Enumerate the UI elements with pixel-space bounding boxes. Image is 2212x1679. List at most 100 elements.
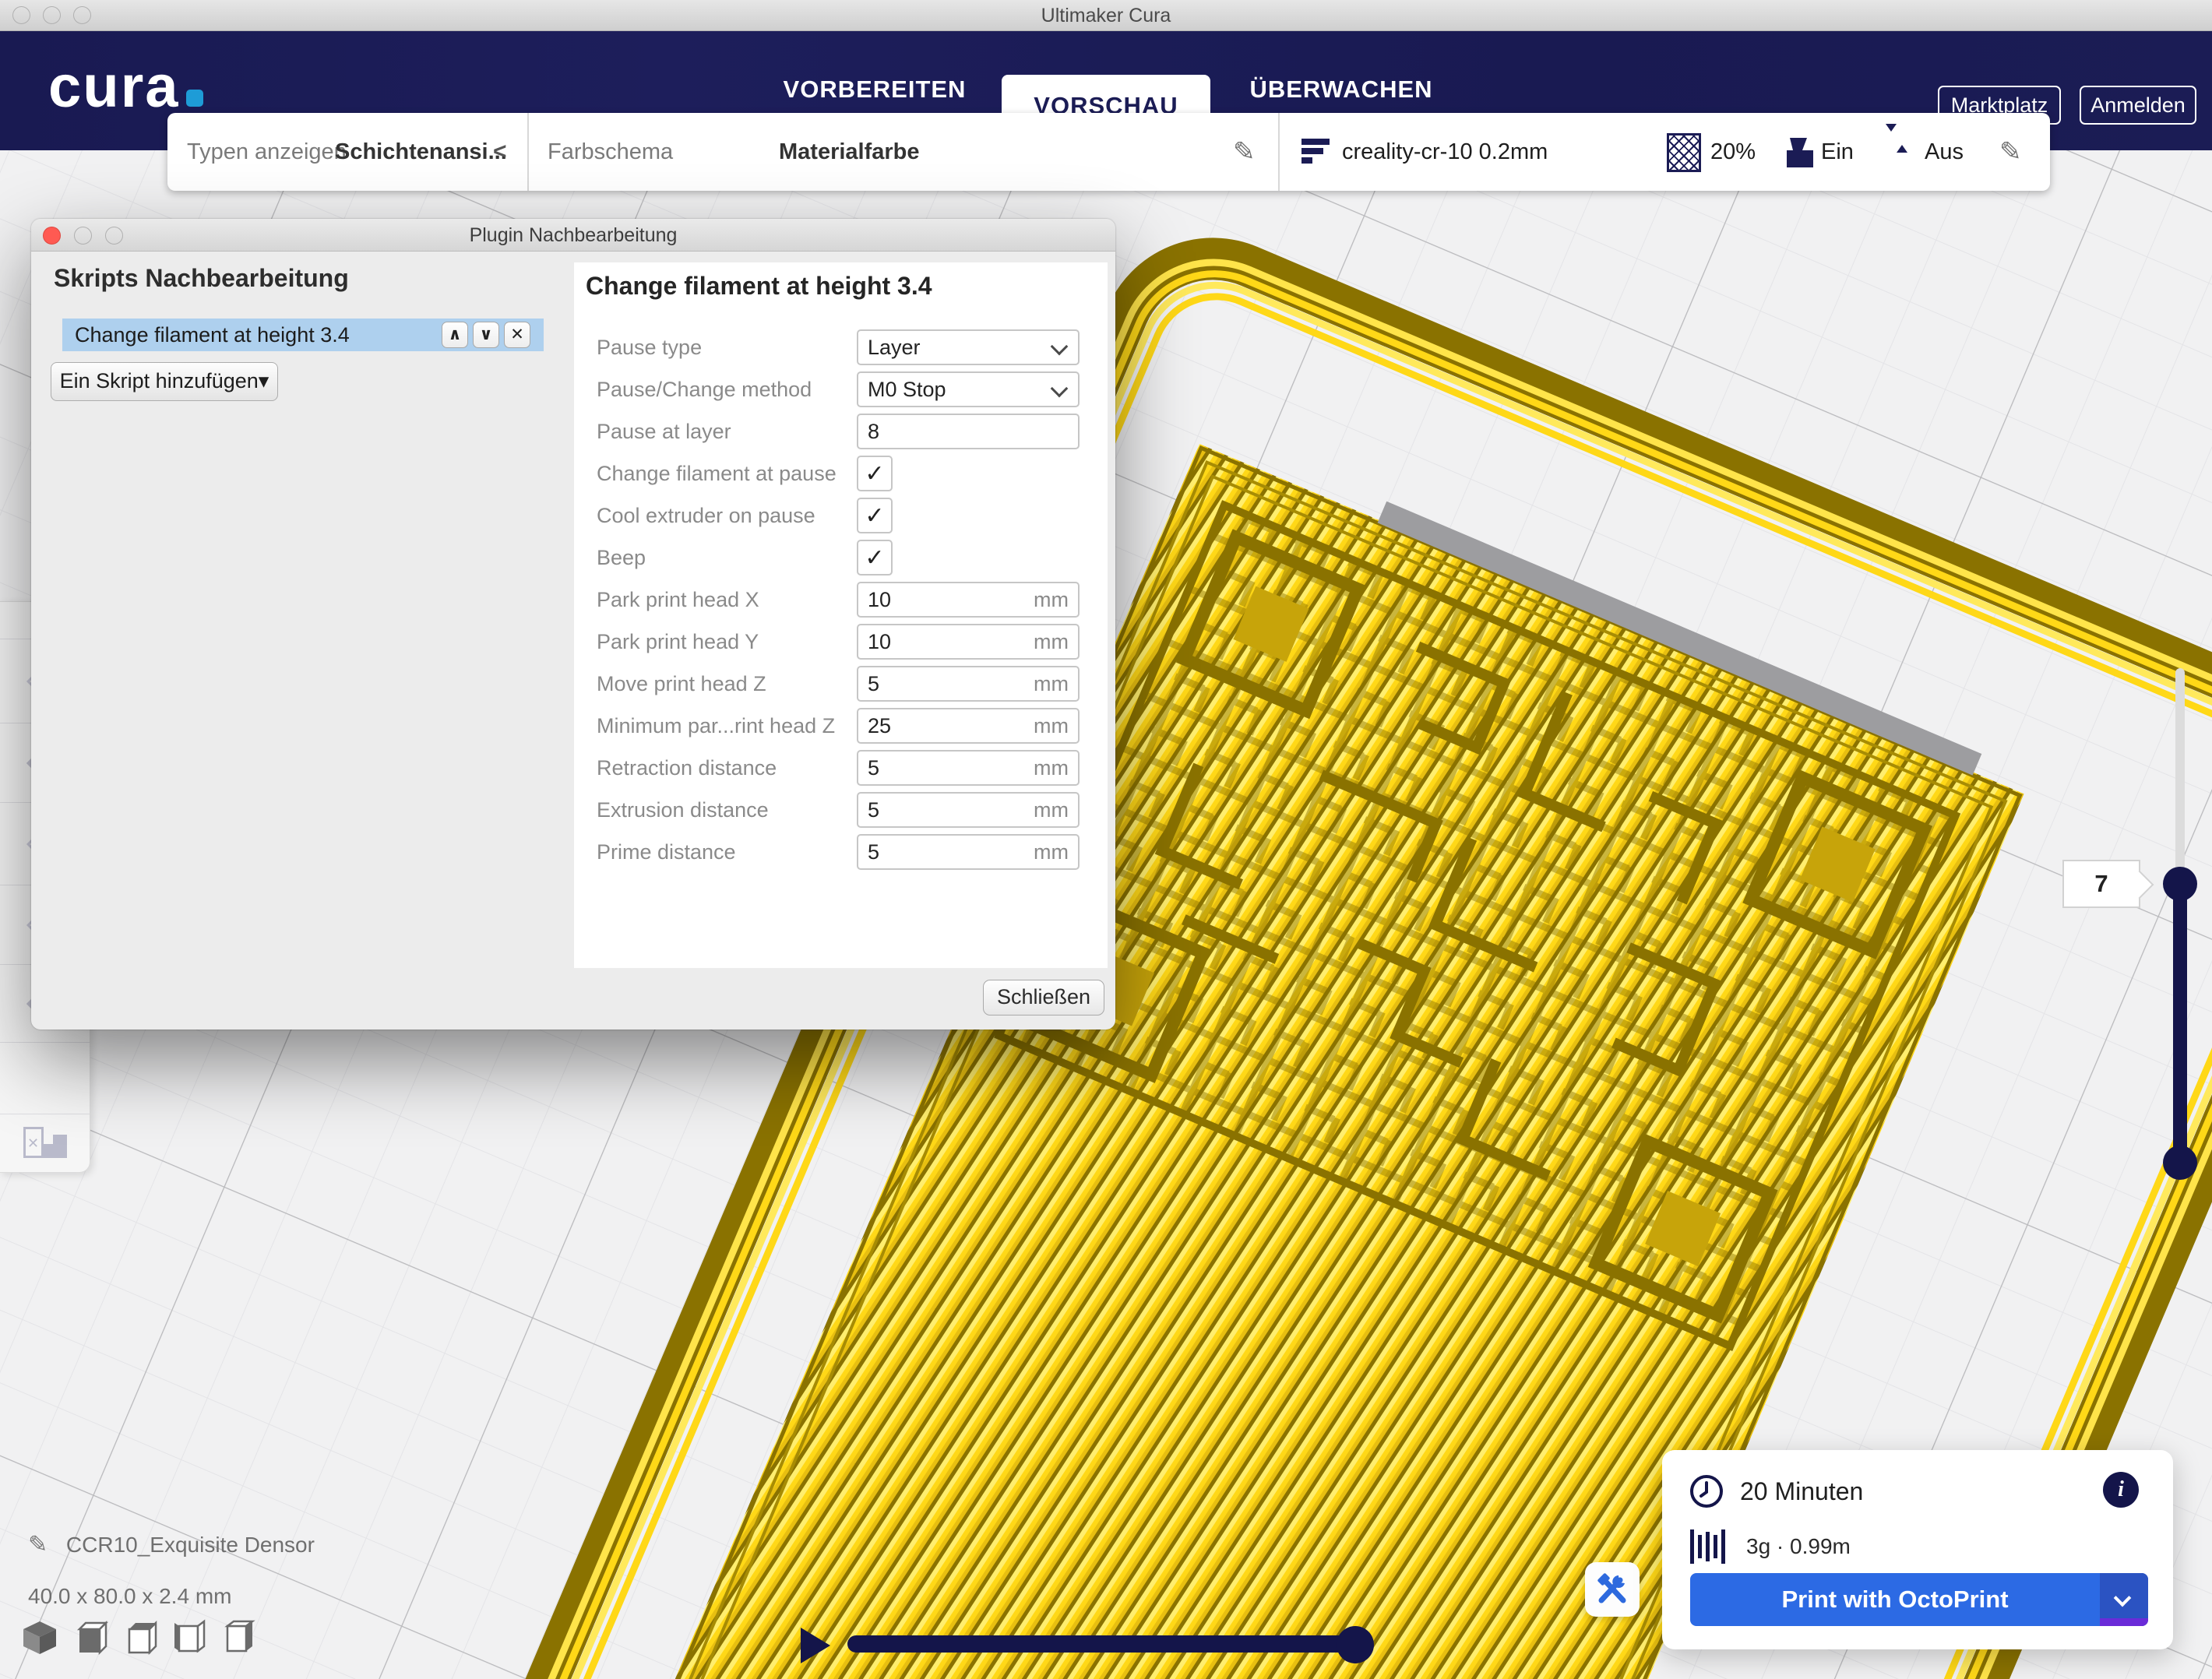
play-button[interactable] — [801, 1628, 830, 1663]
print-with-octoprint-button[interactable]: Print with OctoPrint — [1690, 1573, 2148, 1626]
field-label: Prime distance — [597, 831, 736, 873]
form-row: Beep ✓ — [574, 537, 1108, 579]
field-value: 10 — [868, 625, 891, 658]
color-scheme-label: Farbschema — [548, 113, 673, 191]
form-row: Retraction distance 5mm — [574, 747, 1108, 789]
field-value: Layer — [868, 331, 921, 364]
text-field[interactable]: 5 mm — [857, 834, 1080, 870]
support-value[interactable]: Ein — [1821, 113, 1854, 191]
add-script-dropdown[interactable]: Ein Skript hinzufügen▾ — [51, 362, 278, 401]
timeline-handle[interactable] — [1337, 1626, 1374, 1663]
chevron-down-icon — [1051, 380, 1069, 398]
layer-slider-lower-handle[interactable] — [2163, 1146, 2197, 1180]
checkbox[interactable]: ✓ — [857, 498, 893, 533]
layer-indicator-flag[interactable]: 7 — [2062, 860, 2140, 908]
dialog-zoom-button[interactable] — [105, 227, 123, 245]
view-right-icon[interactable] — [220, 1618, 259, 1656]
selected-script-item[interactable]: Change filament at height 3.4 ∧ ∨ ✕ — [62, 319, 544, 351]
text-field[interactable]: 8 — [857, 414, 1080, 449]
view-type-select[interactable]: Schichtenansi... — [335, 113, 507, 191]
dropdown-field[interactable]: Layer — [857, 329, 1080, 365]
field-unit: mm — [1034, 836, 1069, 868]
chevron-down-icon — [1051, 338, 1069, 356]
adhesion-value[interactable]: Aus — [1925, 113, 1964, 191]
field-label: Retraction distance — [597, 747, 777, 789]
script-settings-panel: Change filament at height 3.4 Pause type… — [574, 262, 1108, 968]
field-label: Pause at layer — [597, 410, 731, 452]
dropdown-field[interactable]: M0 Stop — [857, 371, 1080, 407]
layer-slider-range[interactable] — [2173, 884, 2187, 1163]
chevron-down-icon — [2114, 1589, 2132, 1607]
signin-button[interactable]: Anmelden — [2080, 86, 2196, 125]
view-left-icon[interactable] — [170, 1618, 209, 1656]
info-icon[interactable]: i — [2103, 1472, 2139, 1508]
layers-icon — [1301, 139, 1333, 167]
window-close-button[interactable] — [12, 6, 30, 24]
dialog-minimize-button[interactable] — [74, 227, 92, 245]
text-field[interactable]: 10 mm — [857, 624, 1080, 660]
field-value: 5 — [868, 836, 879, 868]
infill-value[interactable]: 20% — [1710, 113, 1756, 191]
field-label: Cool extruder on pause — [597, 495, 815, 537]
tools-button[interactable] — [1585, 1562, 1640, 1617]
material-estimate: 3g · 0.99m — [1746, 1534, 1851, 1559]
move-script-up-button[interactable]: ∧ — [442, 322, 468, 348]
dialog-titlebar[interactable]: Plugin Nachbearbeitung — [31, 219, 1115, 252]
print-time-estimate: 20 Minuten — [1740, 1477, 1863, 1506]
edit-print-settings-icon[interactable]: ✎ — [1999, 113, 2022, 191]
form-row: Prime distance 5 mm — [574, 831, 1108, 873]
text-field[interactable]: 5mm — [857, 792, 1080, 828]
print-time-row: 20 Minuten — [1689, 1473, 1863, 1509]
settings-heading: Change filament at height 3.4 — [586, 272, 932, 301]
text-field[interactable]: 25mm — [857, 708, 1080, 744]
view-front-icon[interactable] — [70, 1618, 109, 1656]
remove-script-button[interactable]: ✕ — [504, 322, 530, 348]
window-titlebar[interactable]: Ultimaker Cura — [0, 0, 2212, 31]
toolbar-divider — [1278, 113, 1280, 191]
text-field[interactable]: 5mm — [857, 666, 1080, 702]
field-value: 8 — [868, 415, 879, 448]
filament-icon — [1690, 1529, 1729, 1564]
field-unit: mm — [1034, 583, 1069, 616]
move-script-down-button[interactable]: ∨ — [473, 322, 499, 348]
view-top-icon[interactable] — [120, 1618, 159, 1656]
checkbox[interactable]: ✓ — [857, 540, 893, 576]
window-zoom-button[interactable] — [73, 6, 91, 24]
tool-per-model-settings[interactable]: ✕ — [0, 1114, 90, 1173]
edit-color-scheme-icon[interactable]: ✎ — [1233, 113, 1256, 191]
rename-model-icon[interactable]: ✎ — [28, 1532, 48, 1558]
field-unit: mm — [1034, 667, 1069, 700]
field-value: 5 — [868, 794, 879, 826]
window-minimize-button[interactable] — [43, 6, 61, 24]
text-field[interactable]: 10mm — [857, 582, 1080, 618]
dropdown-accent — [2100, 1618, 2148, 1626]
per-model-settings-icon: ✕ — [23, 1127, 67, 1161]
color-scheme-select[interactable]: Materialfarbe — [779, 113, 920, 191]
printer-profile[interactable]: creality-cr-10 0.2mm — [1342, 113, 1548, 191]
checkbox[interactable]: ✓ — [857, 456, 893, 491]
tool-cell[interactable] — [0, 1043, 90, 1114]
view-3d-icon[interactable] — [20, 1618, 59, 1656]
print-button-label: Print with OctoPrint — [1690, 1573, 2100, 1626]
timeline-slider[interactable] — [847, 1635, 1358, 1653]
toolbar-divider — [527, 113, 529, 191]
cura-logo: cura — [48, 53, 203, 121]
model-name-row[interactable]: ✎ CCR10_Exquisite Densor — [28, 1531, 315, 1558]
collapse-chevron-icon[interactable]: < — [493, 113, 507, 191]
field-label: Minimum par...rint head Z — [597, 705, 835, 747]
field-label: Extrusion distance — [597, 789, 769, 831]
adhesion-icon — [1886, 132, 1923, 175]
dialog-close-button[interactable] — [43, 227, 61, 245]
view-settings-toolbar: Typen anzeigen Schichtenansi... < Farbsc… — [167, 113, 2050, 191]
close-dialog-button[interactable]: Schließen — [983, 980, 1104, 1015]
form-row: Pause at layer 8 — [574, 410, 1108, 452]
field-unit: mm — [1034, 709, 1069, 742]
field-label: Beep — [597, 537, 646, 579]
layer-slider-upper-handle[interactable] — [2163, 867, 2197, 901]
print-button-dropdown[interactable] — [2100, 1573, 2148, 1626]
field-unit: mm — [1034, 625, 1069, 658]
field-value: M0 Stop — [868, 373, 946, 406]
text-field[interactable]: 5mm — [857, 750, 1080, 786]
form-row: Park print head X10mm — [574, 579, 1108, 621]
print-summary-card: 20 Minuten i 3g · 0.99m Print with OctoP… — [1662, 1450, 2173, 1649]
